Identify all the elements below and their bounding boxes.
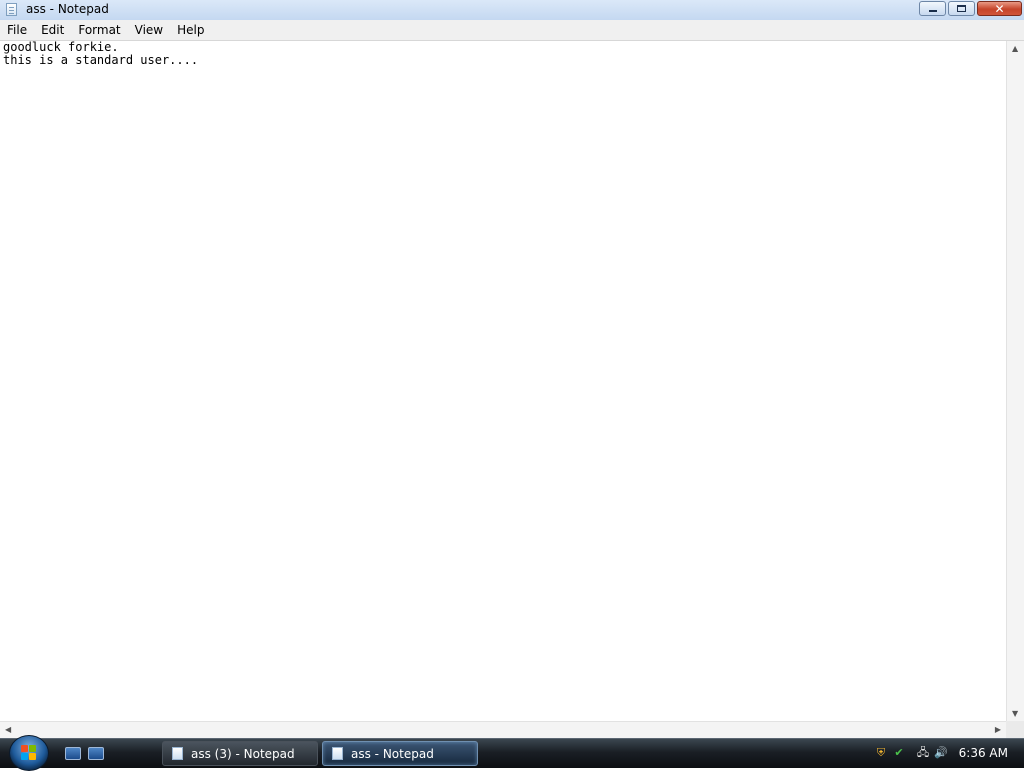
size-grip[interactable] [1006, 721, 1024, 738]
title-bar[interactable]: ass - Notepad ✕ [0, 0, 1024, 21]
menu-bar: File Edit Format View Help [0, 20, 1024, 41]
menu-format[interactable]: Format [71, 23, 127, 37]
task-button-ass-3-notepad[interactable]: ass (3) - Notepad [162, 741, 318, 766]
notepad-icon[interactable] [6, 3, 17, 16]
network-icon[interactable]: 🖧 [916, 746, 930, 760]
menu-edit[interactable]: Edit [34, 23, 71, 37]
minimize-icon [928, 10, 937, 12]
system-tray: ⛨ ✔ 🖧 🔊 6:36 AM [872, 739, 1024, 768]
task-button-ass-notepad[interactable]: ass - Notepad [322, 741, 478, 766]
editor-line[interactable]: this is a standard user.... [0, 54, 1006, 67]
restore-icon [957, 5, 966, 12]
menu-file[interactable]: File [0, 23, 34, 37]
security-shield-icon[interactable]: ⛨ [874, 746, 888, 760]
scroll-right-icon[interactable]: ▶ [995, 725, 1001, 734]
menu-view[interactable]: View [128, 23, 170, 37]
scroll-left-icon[interactable]: ◀ [5, 725, 11, 734]
close-icon: ✕ [994, 1, 1005, 16]
task-label: ass (3) - Notepad [191, 746, 295, 761]
scroll-up-icon[interactable]: ▲ [1012, 44, 1018, 53]
close-button[interactable]: ✕ [977, 1, 1022, 16]
notepad-icon [172, 747, 183, 760]
menu-help[interactable]: Help [170, 23, 211, 37]
caption-buttons: ✕ [919, 1, 1022, 18]
notepad-icon [332, 747, 343, 760]
windows-logo-icon [21, 745, 37, 761]
clock[interactable]: 6:36 AM [959, 746, 1008, 760]
task-label: ass - Notepad [351, 746, 434, 761]
restore-button[interactable] [948, 1, 975, 16]
volume-icon[interactable]: 🔊 [934, 746, 948, 760]
network-check-icon[interactable]: ✔ [892, 746, 906, 760]
notepad-window: ass - Notepad ✕ File Edit Format View He… [0, 0, 1024, 738]
window-title: ass - Notepad [26, 2, 109, 16]
taskbar: ass (3) - Notepad ass - Notepad ⛨ ✔ 🖧 🔊 … [0, 735, 1024, 771]
scroll-down-icon[interactable]: ▼ [1012, 709, 1018, 718]
show-desktop-icon[interactable] [65, 747, 81, 760]
text-editor[interactable]: goodluck forkie. this is a standard user… [0, 41, 1006, 721]
minimize-button[interactable] [919, 1, 946, 16]
vertical-scrollbar[interactable]: ▲ ▼ [1006, 41, 1024, 721]
start-button[interactable] [9, 735, 49, 771]
switch-windows-icon[interactable] [88, 747, 104, 760]
horizontal-scrollbar[interactable]: ◀ ▶ [0, 721, 1006, 738]
